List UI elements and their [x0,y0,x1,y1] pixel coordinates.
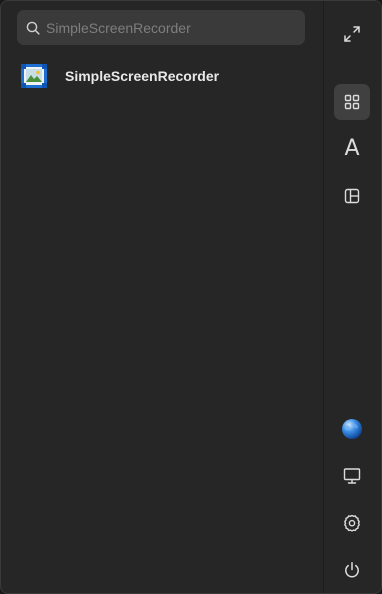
sidebar: A [323,1,381,593]
app-launcher-panel: SimpleScreenRecorder SimpleScreenRecorde… [0,0,382,594]
network-globe-button[interactable] [334,411,370,447]
alphabetical-sort-button[interactable]: A [334,131,370,167]
category-layout-icon [344,188,360,204]
search-input[interactable] [46,19,297,36]
monitor-icon [343,467,361,485]
grid-icon [344,94,360,110]
all-apps-grid-button[interactable] [334,84,370,120]
simplescreenrecorder-app-icon [20,62,48,90]
power-icon [343,561,361,579]
main-pane: SimpleScreenRecorder [1,1,323,593]
letter-a-icon: A [344,136,360,161]
search-icon [26,21,40,35]
category-view-button[interactable] [334,178,370,214]
display-monitor-button[interactable] [334,458,370,494]
search-box[interactable] [17,10,305,45]
app-label: SimpleScreenRecorder [65,68,220,84]
list-item-simplescreenrecorder[interactable]: SimpleScreenRecorder [9,57,315,95]
globe-icon [341,418,363,440]
fullscreen-toggle-button[interactable] [334,16,370,52]
settings-button[interactable] [334,505,370,541]
gear-icon [343,514,361,532]
expand-icon [343,25,361,43]
power-button[interactable] [334,552,370,588]
